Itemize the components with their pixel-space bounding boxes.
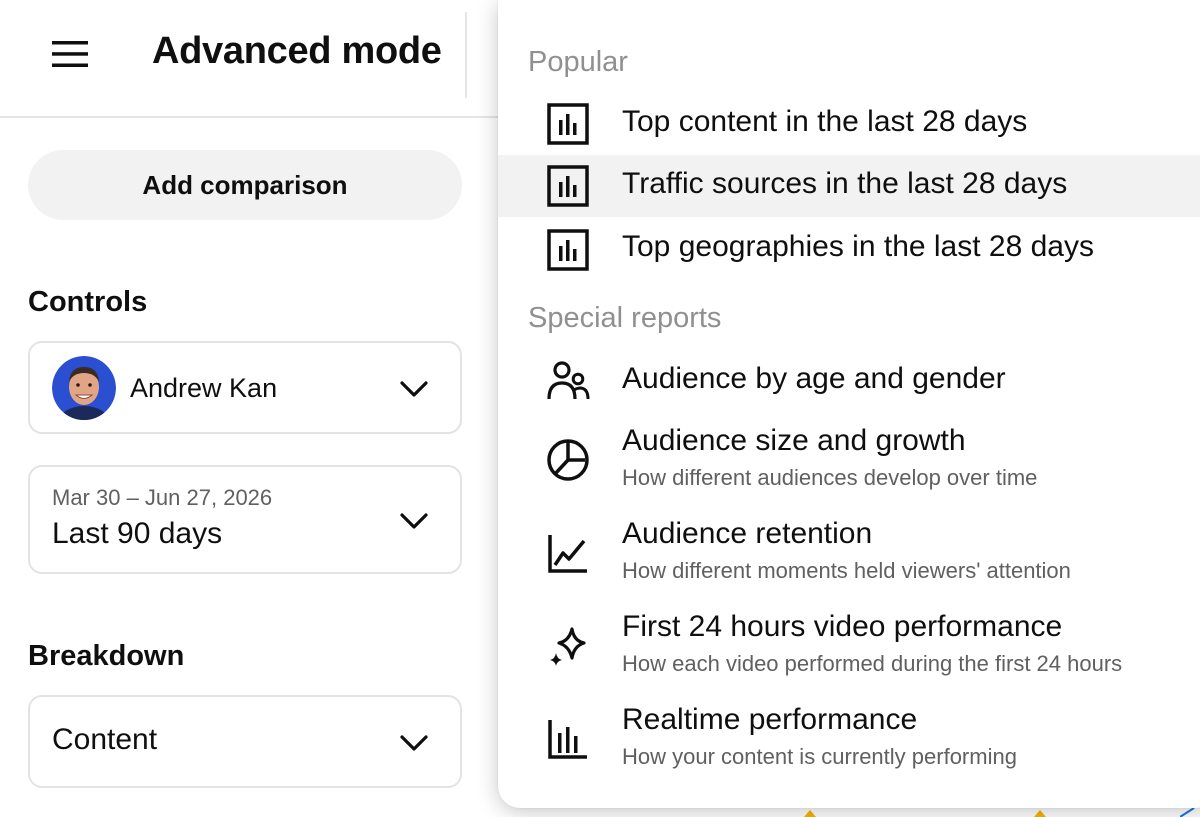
chart-line-icon [1180,808,1195,817]
menu-item-title: First 24 hours video performance [622,610,1063,643]
menu-item-traffic-sources[interactable]: Traffic sources in the last 28 days [498,155,1200,217]
top-header: Advanced mode [0,0,500,118]
chevron-down-icon [400,513,428,529]
line-chart-icon [548,535,587,573]
menu-item-title: Audience by age and gender [622,362,1006,395]
people-icon [547,361,590,400]
menu-item-realtime-performance[interactable]: Realtime performance How your content is… [498,699,1200,785]
report-menu: Popular Top content in the last 28 days … [498,0,1200,808]
menu-item-subtitle: How each video performed during the firs… [622,651,1123,676]
menu-item-audience-age-gender[interactable]: Audience by age and gender [498,350,1200,412]
chart-marker-icon [804,810,816,817]
chart-marker-icon [1034,810,1046,817]
controls-heading: Controls [28,286,148,318]
menu-item-audience-retention[interactable]: Audience retention How different moments… [498,513,1200,599]
breakdown-selector[interactable]: Content [28,695,462,788]
menu-item-top-content[interactable]: Top content in the last 28 days [498,92,1200,154]
chevron-down-icon [400,735,428,751]
breakdown-heading: Breakdown [28,640,185,672]
menu-item-title: Realtime performance [622,703,918,736]
menu-item-title: Audience size and growth [622,424,966,457]
menu-item-subtitle: How different moments held viewers' atte… [622,558,1071,583]
bar-chart-icon [548,720,587,759]
menu-item-title: Top content in the last 28 days [622,105,1028,138]
add-comparison-button[interactable]: Add comparison [28,150,462,220]
menu-item-title: Traffic sources in the last 28 days [622,167,1068,200]
bar-chart-box-icon [547,165,589,207]
channel-name: Andrew Kan [130,373,278,403]
menu-item-top-geographies[interactable]: Top geographies in the last 28 days [498,218,1200,280]
header-divider [465,12,467,98]
popular-section-heading: Popular [528,46,628,78]
chevron-down-icon [400,381,428,397]
menu-item-subtitle: How different audiences develop over tim… [622,465,1038,490]
menu-item-first-24-hours[interactable]: First 24 hours video performance How eac… [498,606,1200,692]
date-range-label: Last 90 days [52,517,223,550]
channel-selector[interactable]: Andrew Kan [28,341,462,434]
sparkle-icon [550,627,586,666]
date-range-text: Mar 30 – Jun 27, 2026 [52,485,273,510]
menu-item-title: Audience retention [622,517,873,550]
menu-item-title: Top geographies in the last 28 days [622,230,1094,263]
menu-item-subtitle: How your content is currently performing [622,744,1017,769]
date-range-selector[interactable]: Mar 30 – Jun 27, 2026 Last 90 days [28,465,462,574]
hamburger-menu-icon[interactable] [46,32,94,76]
avatar [52,356,116,420]
special-reports-section-heading: Special reports [528,302,722,334]
page-title: Advanced mode [152,30,442,72]
menu-item-audience-size-growth[interactable]: Audience size and growth How different a… [498,420,1200,506]
bar-chart-box-icon [547,103,589,145]
breakdown-value: Content [52,723,158,756]
bar-chart-box-icon [547,229,589,271]
pie-chart-icon [547,439,589,481]
